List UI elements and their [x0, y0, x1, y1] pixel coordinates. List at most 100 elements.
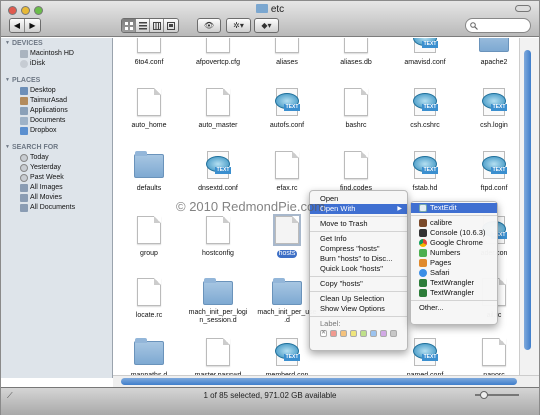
file-item[interactable]: TEXT csh.login — [459, 88, 519, 130]
vertical-scroll-thumb[interactable] — [524, 50, 531, 350]
document-icon — [137, 38, 161, 53]
document-icon — [206, 38, 230, 53]
file-item[interactable]: aliases — [252, 38, 322, 67]
sidebar-item-idisk[interactable]: iDisk — [1, 59, 112, 69]
submenu-item-textwrangler-2[interactable]: TextWrangler — [411, 288, 497, 298]
icon-view-button[interactable] — [122, 19, 136, 32]
menu-item-clean-up-selection[interactable]: Clean Up Selection — [310, 294, 407, 304]
file-item[interactable]: nanorc — [459, 338, 519, 375]
sidebar-section-places[interactable]: ▼ PLACES — [1, 75, 112, 86]
file-item[interactable]: manpaths.d — [114, 338, 184, 375]
sidebar-item-documents[interactable]: Documents — [1, 116, 112, 126]
file-item[interactable]: aliases.db — [321, 38, 391, 67]
sidebar-item-macintosh-hd[interactable]: Macintosh HD — [1, 49, 112, 59]
coverflow-view-button[interactable] — [164, 19, 178, 32]
menu-item-open[interactable]: Open — [310, 194, 407, 204]
label-orange-swatch[interactable] — [340, 330, 347, 337]
file-item[interactable]: auto_master — [183, 88, 253, 130]
file-name: locate.rc — [135, 312, 163, 319]
sidebar-item-yesterday[interactable]: Yesterday — [1, 163, 112, 173]
file-item[interactable]: TEXT csh.cshrc — [390, 88, 460, 130]
file-item[interactable]: TEXT dnsextd.conf — [183, 151, 253, 193]
documents-icon — [20, 117, 28, 125]
submenu-item-textwrangler[interactable]: TextWrangler — [411, 278, 497, 288]
action-menu-button[interactable]: ✲▾ — [226, 18, 251, 33]
submenu-item-safari[interactable]: Safari — [411, 268, 497, 278]
smart-folder-icon — [20, 194, 28, 202]
file-item[interactable]: defaults — [114, 151, 184, 193]
submenu-item-google-chrome[interactable]: Google Chrome — [411, 238, 497, 248]
textedit-document-icon: TEXT — [411, 338, 439, 366]
menu-item-compress[interactable]: Compress "hosts" — [310, 244, 407, 254]
icon-size-slider-knob[interactable] — [480, 391, 488, 399]
label-green-swatch[interactable] — [360, 330, 367, 337]
document-icon — [137, 278, 161, 306]
submenu-item-pages[interactable]: Pages — [411, 258, 497, 268]
quick-look-button[interactable]: 👁 — [197, 18, 221, 33]
menu-item-copy[interactable]: Copy "hosts" — [310, 279, 407, 289]
sidebar-item-applications[interactable]: Applications — [1, 106, 112, 116]
vertical-scrollbar[interactable] — [519, 38, 539, 375]
label-yellow-swatch[interactable] — [350, 330, 357, 337]
sidebar-item-dropbox[interactable]: Dropbox — [1, 126, 112, 136]
submenu-item-numbers[interactable]: Numbers — [411, 248, 497, 258]
file-item[interactable]: locate.rc — [114, 278, 184, 320]
menu-item-get-info[interactable]: Get Info — [310, 234, 407, 244]
file-item[interactable]: mach_init_per_logi n_session.d — [183, 278, 253, 325]
sidebar-item-all-images[interactable]: All Images — [1, 183, 112, 193]
file-item[interactable]: bashrc — [321, 88, 391, 130]
column-view-button[interactable] — [150, 19, 164, 32]
forward-button[interactable]: ▶ — [25, 19, 40, 32]
horizontal-scroll-thumb[interactable] — [121, 378, 517, 385]
menu-item-quick-look[interactable]: Quick Look "hosts" — [310, 264, 407, 274]
list-view-button[interactable] — [136, 19, 150, 32]
label-purple-swatch[interactable] — [380, 330, 387, 337]
textwrangler-icon — [419, 279, 427, 287]
toolbar-toggle-button[interactable] — [515, 5, 531, 12]
file-item[interactable]: find.codes — [321, 151, 391, 193]
label-blue-swatch[interactable] — [370, 330, 377, 337]
file-item[interactable]: master.passwd — [183, 338, 253, 375]
file-item[interactable]: TEXT autofs.conf — [252, 88, 322, 130]
menu-item-open-with[interactable]: Open With — [310, 204, 407, 214]
submenu-item-textedit[interactable]: TextEdit — [411, 203, 497, 213]
sidebar-item-home[interactable]: TaimurAsad — [1, 96, 112, 106]
menu-item-show-view-options[interactable]: Show View Options — [310, 304, 407, 314]
sidebar-item-today[interactable]: Today — [1, 153, 112, 163]
label-red-swatch[interactable] — [330, 330, 337, 337]
sidebar-item-all-movies[interactable]: All Movies — [1, 193, 112, 203]
menu-item-burn[interactable]: Burn "hosts" to Disc... — [310, 254, 407, 264]
submenu-item-other[interactable]: Other... — [411, 303, 497, 313]
file-item[interactable]: TEXT amavisd.conf — [390, 38, 460, 67]
file-name: csh.cshrc — [410, 122, 440, 129]
sidebar-section-search-for[interactable]: ▼ SEARCH FOR — [1, 142, 112, 153]
sidebar-item-all-documents[interactable]: All Documents — [1, 203, 112, 213]
file-item[interactable]: 6to4.conf — [114, 38, 184, 67]
dropbox-menu-button[interactable]: ◆▾ — [254, 18, 279, 33]
submenu-item-calibre[interactable]: calibre — [411, 218, 497, 228]
submenu-item-console[interactable]: Console (10.6.3) — [411, 228, 497, 238]
sidebar-section-devices[interactable]: ▼ DEVICES — [1, 38, 112, 49]
search-input[interactable] — [465, 18, 531, 33]
label-none-swatch[interactable]: ✕ — [320, 330, 327, 337]
sidebar-item-past-week[interactable]: Past Week — [1, 173, 112, 183]
file-item[interactable]: efax.rc — [252, 151, 322, 193]
label-gray-swatch[interactable] — [390, 330, 397, 337]
file-item[interactable]: group — [114, 216, 184, 258]
file-item[interactable]: auto_home — [114, 88, 184, 130]
file-item[interactable]: afpovertcp.cfg — [183, 38, 253, 67]
file-item[interactable]: hostconfig — [183, 216, 253, 258]
icon-view-icon — [124, 21, 133, 30]
icon-size-slider[interactable] — [475, 391, 519, 399]
file-name: afpovertcp.cfg — [196, 59, 240, 66]
horizontal-scrollbar[interactable] — [113, 375, 539, 387]
menu-separator — [411, 215, 497, 216]
back-forward-control: ◀ ▶ — [9, 18, 41, 33]
sidebar-item-desktop[interactable]: Desktop — [1, 86, 112, 96]
menu-item-move-to-trash[interactable]: Move to Trash — [310, 219, 407, 229]
file-item[interactable]: apache2 — [459, 38, 519, 67]
file-item[interactable]: TEXT fstab.hd — [390, 151, 460, 193]
file-item[interactable]: TEXT ftpd.conf — [459, 151, 519, 193]
folder-icon — [134, 338, 164, 365]
back-button[interactable]: ◀ — [10, 19, 25, 32]
